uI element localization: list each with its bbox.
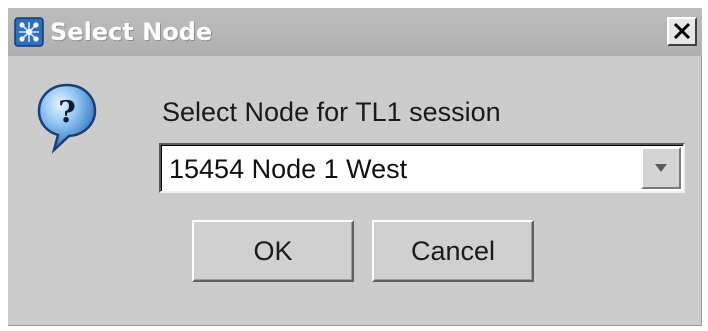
question-icon: ? <box>37 83 97 154</box>
close-icon <box>673 22 691 40</box>
close-button[interactable] <box>667 17 697 46</box>
cancel-button[interactable]: Cancel <box>372 220 534 282</box>
ok-button[interactable]: OK <box>192 220 354 282</box>
node-dropdown-value: 15454 Node 1 West <box>169 154 408 184</box>
chevron-down-icon <box>655 164 667 172</box>
node-dropdown[interactable]: 15454 Node 1 West <box>159 143 685 193</box>
prompt-label: Select Node for TL1 session <box>162 97 501 127</box>
svg-text:?: ? <box>58 95 76 130</box>
title-bar[interactable]: Select Node <box>8 8 702 56</box>
app-network-icon <box>14 17 44 47</box>
select-node-dialog: Select Node ? Select Node for TL1 sessio… <box>8 8 702 326</box>
window-title: Select Node <box>50 18 213 46</box>
dropdown-arrow-button[interactable] <box>641 147 681 189</box>
